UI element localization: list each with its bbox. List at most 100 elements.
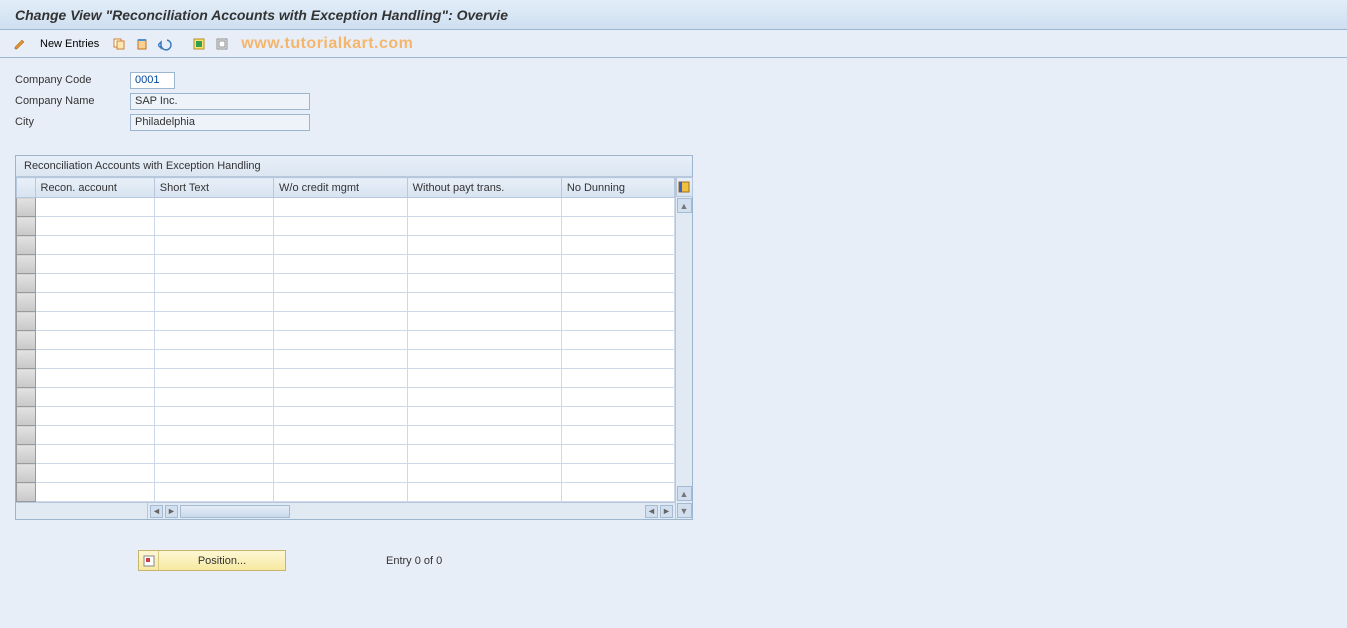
- row-selector[interactable]: [17, 407, 36, 426]
- row-selector[interactable]: [17, 331, 36, 350]
- row-selector[interactable]: [17, 483, 36, 502]
- table-settings-icon[interactable]: [676, 177, 693, 197]
- cell[interactable]: [561, 464, 674, 483]
- cell[interactable]: [35, 445, 154, 464]
- row-selector[interactable]: [17, 198, 36, 217]
- cell[interactable]: [154, 426, 273, 445]
- table-row[interactable]: [17, 483, 675, 502]
- row-selector[interactable]: [17, 236, 36, 255]
- cell[interactable]: [154, 369, 273, 388]
- col-recon-account[interactable]: Recon. account: [35, 178, 154, 198]
- cell[interactable]: [154, 293, 273, 312]
- cell[interactable]: [407, 426, 561, 445]
- cell[interactable]: [154, 483, 273, 502]
- cell[interactable]: [154, 350, 273, 369]
- cell[interactable]: [274, 350, 408, 369]
- cell[interactable]: [274, 407, 408, 426]
- cell[interactable]: [154, 407, 273, 426]
- cell[interactable]: [154, 217, 273, 236]
- cell[interactable]: [35, 464, 154, 483]
- cell[interactable]: [561, 217, 674, 236]
- cell[interactable]: [407, 274, 561, 293]
- cell[interactable]: [561, 255, 674, 274]
- scroll-left2-icon[interactable]: ◄: [645, 505, 658, 518]
- cell[interactable]: [35, 236, 154, 255]
- cell[interactable]: [561, 293, 674, 312]
- cell[interactable]: [35, 483, 154, 502]
- cell[interactable]: [407, 483, 561, 502]
- cell[interactable]: [407, 217, 561, 236]
- new-entries-button[interactable]: New Entries: [33, 34, 106, 54]
- cell[interactable]: [35, 255, 154, 274]
- vertical-scrollbar[interactable]: ▲ ▲ ▼: [675, 177, 692, 519]
- cell[interactable]: [154, 388, 273, 407]
- row-selector[interactable]: [17, 350, 36, 369]
- table-row[interactable]: [17, 369, 675, 388]
- cell[interactable]: [561, 445, 674, 464]
- scroll-left-icon[interactable]: ◄: [150, 505, 163, 518]
- cell[interactable]: [561, 407, 674, 426]
- cell[interactable]: [561, 198, 674, 217]
- row-selector[interactable]: [17, 217, 36, 236]
- table-row[interactable]: [17, 445, 675, 464]
- table-row[interactable]: [17, 407, 675, 426]
- table-row[interactable]: [17, 312, 675, 331]
- cell[interactable]: [274, 369, 408, 388]
- cell[interactable]: [35, 426, 154, 445]
- cell[interactable]: [35, 350, 154, 369]
- cell[interactable]: [561, 483, 674, 502]
- cell[interactable]: [407, 350, 561, 369]
- undo-icon[interactable]: [155, 34, 175, 54]
- cell[interactable]: [35, 388, 154, 407]
- row-selector[interactable]: [17, 293, 36, 312]
- cell[interactable]: [274, 255, 408, 274]
- cell[interactable]: [154, 198, 273, 217]
- cell[interactable]: [35, 331, 154, 350]
- cell[interactable]: [154, 236, 273, 255]
- cell[interactable]: [561, 312, 674, 331]
- scroll-up2-icon[interactable]: ▲: [677, 486, 692, 501]
- table-row[interactable]: [17, 350, 675, 369]
- cell[interactable]: [407, 464, 561, 483]
- col-wo-payt[interactable]: Without payt trans.: [407, 178, 561, 198]
- cell[interactable]: [407, 236, 561, 255]
- hscroll-thumb[interactable]: [180, 505, 290, 518]
- cell[interactable]: [407, 293, 561, 312]
- scroll-up-icon[interactable]: ▲: [677, 198, 692, 213]
- cell[interactable]: [274, 388, 408, 407]
- cell[interactable]: [35, 274, 154, 293]
- col-short-text[interactable]: Short Text: [154, 178, 273, 198]
- table-row[interactable]: [17, 388, 675, 407]
- cell[interactable]: [274, 293, 408, 312]
- company-code-input[interactable]: [130, 72, 175, 89]
- col-no-dunning[interactable]: No Dunning: [561, 178, 674, 198]
- cell[interactable]: [561, 426, 674, 445]
- cell[interactable]: [561, 388, 674, 407]
- table-row[interactable]: [17, 293, 675, 312]
- table-row[interactable]: [17, 274, 675, 293]
- copy-icon[interactable]: [109, 34, 129, 54]
- cell[interactable]: [274, 198, 408, 217]
- select-all-icon[interactable]: [189, 34, 209, 54]
- modify-icon[interactable]: [10, 34, 30, 54]
- cell[interactable]: [274, 331, 408, 350]
- company-name-input[interactable]: [130, 93, 310, 110]
- cell[interactable]: [154, 255, 273, 274]
- cell[interactable]: [154, 445, 273, 464]
- cell[interactable]: [35, 293, 154, 312]
- row-selector-header[interactable]: [17, 178, 36, 198]
- cell[interactable]: [274, 236, 408, 255]
- cell[interactable]: [35, 369, 154, 388]
- row-selector[interactable]: [17, 369, 36, 388]
- deselect-all-icon[interactable]: [212, 34, 232, 54]
- horizontal-scrollbar[interactable]: ◄ ► ◄ ►: [16, 502, 675, 519]
- row-selector[interactable]: [17, 388, 36, 407]
- scroll-down-icon[interactable]: ▼: [677, 503, 692, 518]
- cell[interactable]: [274, 217, 408, 236]
- cell[interactable]: [154, 331, 273, 350]
- cell[interactable]: [407, 369, 561, 388]
- row-selector[interactable]: [17, 464, 36, 483]
- cell[interactable]: [561, 369, 674, 388]
- scroll-right2-icon[interactable]: ►: [660, 505, 673, 518]
- table-row[interactable]: [17, 464, 675, 483]
